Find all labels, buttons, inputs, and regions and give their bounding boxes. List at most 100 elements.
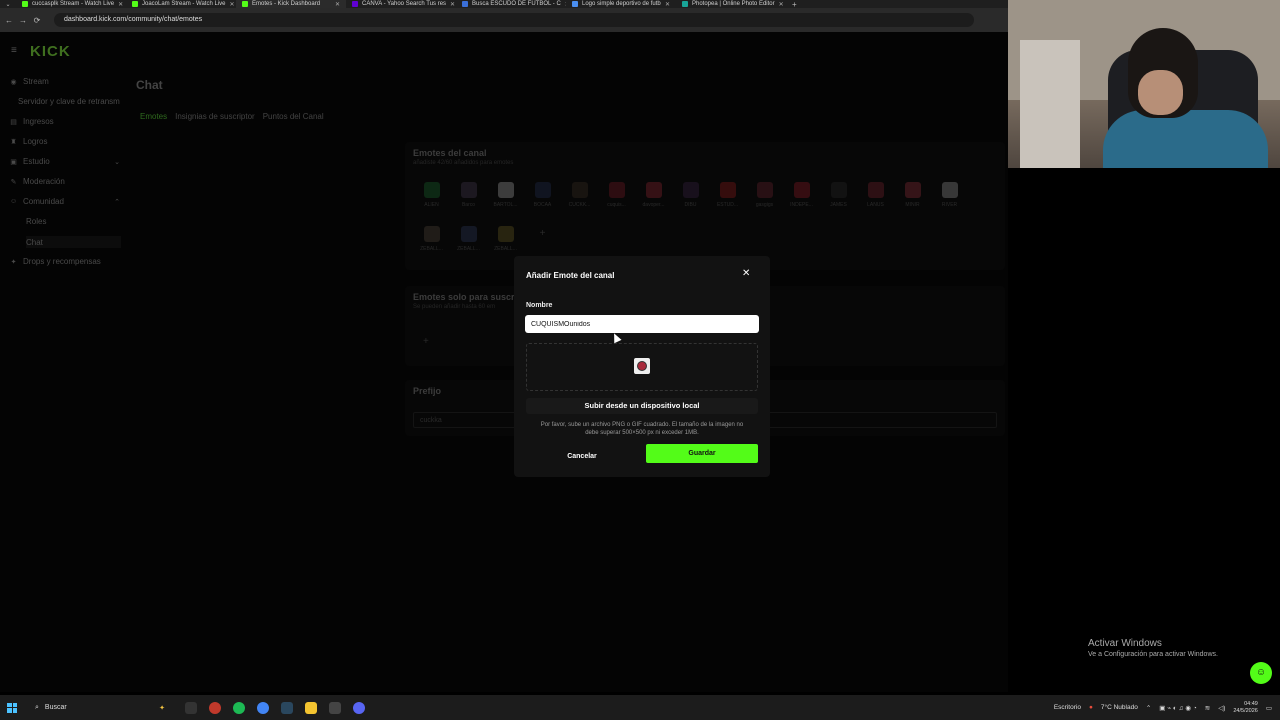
close-tab-icon[interactable]: ✕	[118, 1, 123, 8]
windows-start-icon[interactable]	[7, 702, 17, 713]
tab-emotes[interactable]: Emotes	[140, 112, 167, 121]
kick-logo[interactable]: KICK	[30, 43, 71, 60]
emote-image	[830, 182, 847, 198]
notification-icon[interactable]: ▭	[1266, 704, 1272, 712]
url-field[interactable]: dashboard.kick.com/community/chat/emotes	[54, 13, 974, 27]
sidebar-item-moderacion[interactable]: ✎ Moderación	[10, 177, 120, 186]
emote-item[interactable]: MINIR	[894, 182, 931, 226]
sidebar-item-ingresos[interactable]: ▤ Ingresos	[10, 117, 120, 126]
upload-local-button[interactable]: Subir desde un dispositivo local	[526, 398, 758, 414]
volume-icon[interactable]: ◁)	[1218, 704, 1225, 712]
emote-item[interactable]: JAMES	[820, 182, 857, 226]
emote-label: JAMES	[830, 202, 847, 208]
file-explorer-icon[interactable]	[305, 701, 317, 714]
task-view-icon[interactable]	[185, 701, 197, 714]
emote-item[interactable]: ESTUD...	[709, 182, 746, 226]
clock[interactable]: 04:49 24/5/2026	[1233, 701, 1257, 715]
kick-dashboard: ≡ KICK ◉ Stream Servidor y clave de retra…	[0, 32, 1008, 692]
emote-item[interactable]: ALIEN	[413, 182, 450, 226]
browser-tab[interactable]: Logo simple deportivo de futb ✕	[566, 0, 676, 8]
support-chat-icon[interactable]: ☺	[1250, 662, 1272, 684]
taskbar-search[interactable]: ⌕ Buscar ✦	[31, 700, 165, 716]
add-sub-emote-icon[interactable]: +	[423, 336, 429, 347]
browser-tab[interactable]: cuccasplk Stream - Watch Live ✕	[16, 0, 126, 8]
chevron-up-icon[interactable]: ⌃	[1146, 704, 1151, 712]
weather-text: 7°C Nublado	[1100, 704, 1138, 711]
channel-emotes-card: Emotes del canal añadiste 42/60 añadidos…	[405, 142, 1005, 270]
app-icon[interactable]	[353, 701, 365, 714]
emote-item[interactable]: LANUS	[857, 182, 894, 226]
prefix-title: Prefijo	[413, 386, 442, 396]
sidebar-item-chat[interactable]: Chat	[26, 236, 121, 248]
sidebar-item-roles[interactable]: Roles	[26, 217, 121, 226]
browser-tab-bar: ⌄ cuccasplk Stream - Watch Live ✕ JoacoLam …	[0, 0, 1008, 9]
emote-item[interactable]: BOCAA	[524, 182, 561, 226]
forward-icon[interactable]: →	[18, 16, 28, 25]
steam-icon[interactable]	[281, 701, 293, 714]
emote-item[interactable]: CUCKK...	[561, 182, 598, 226]
reload-icon[interactable]: ⟳	[32, 16, 42, 25]
image-dropzone[interactable]	[526, 343, 758, 391]
emote-label: ZEBALL...	[457, 246, 480, 252]
tab-favicon-icon	[352, 1, 358, 7]
emote-item[interactable]: RIVER	[931, 182, 968, 226]
emote-item[interactable]: davoper...	[635, 182, 672, 226]
browser-tab[interactable]: Busca ESCUDO DE FUTBOL - C✕	[456, 0, 566, 8]
emote-image	[571, 182, 588, 198]
browser-tab[interactable]: Photopea | Online Photo Editor ✕	[676, 0, 786, 8]
capcut-icon[interactable]	[329, 701, 341, 714]
emote-item[interactable]: ZEBALL...	[450, 226, 487, 270]
emote-image	[460, 226, 477, 242]
close-tab-icon[interactable]: ✕	[779, 1, 784, 8]
sidebar-item-comunidad[interactable]: ☺ Comunidad ⌃	[10, 197, 120, 206]
close-icon[interactable]: ✕	[742, 268, 750, 279]
weather-icon: ●	[1088, 704, 1093, 711]
trophy-icon: ♜	[10, 138, 17, 146]
tab-subscriber-badges[interactable]: Insignias de suscriptor	[175, 112, 255, 121]
menu-icon[interactable]: ≡	[11, 45, 17, 56]
cancel-button[interactable]: Cancelar	[550, 448, 614, 465]
sidebar-item-stream[interactable]: ◉ Stream	[10, 77, 120, 86]
browser-tab[interactable]: CANVA - Yahoo Search Tus res ✕	[346, 0, 456, 8]
browser-tab[interactable]: JoacoLam Stream - Watch Live ✕	[126, 0, 236, 8]
emote-item[interactable]: cuquis...	[598, 182, 635, 226]
save-button[interactable]: Guardar	[646, 444, 758, 463]
close-tab-icon[interactable]: ✕	[450, 1, 455, 8]
emote-item[interactable]: BARTOL...	[487, 182, 524, 226]
emote-item[interactable]: INDEPE...	[783, 182, 820, 226]
sidebar-item-drops[interactable]: ✦ Drops y recompensas	[10, 257, 120, 266]
emote-image	[645, 182, 662, 198]
chrome-icon[interactable]	[257, 701, 269, 714]
close-tab-icon[interactable]: ✕	[665, 1, 670, 8]
tab-list-icon[interactable]: ⌄	[0, 1, 16, 8]
obs-icon[interactable]	[209, 701, 221, 714]
sidebar-item-estudio[interactable]: ▣ Estudio ⌄	[10, 157, 120, 166]
emote-image	[793, 182, 810, 198]
windows-activation-watermark: Activar Windows Ve a Configuración para …	[1088, 638, 1218, 658]
emote-name-input[interactable]	[525, 315, 759, 333]
emote-item[interactable]: DIBU	[672, 182, 709, 226]
close-tab-icon[interactable]: ✕	[229, 1, 234, 8]
emote-label: INDEPE...	[790, 202, 813, 208]
tray-icons[interactable]: ▣ ⌁ ◐ ♫ ◉ ◔	[1159, 704, 1196, 712]
channel-emotes-title: Emotes del canal	[413, 148, 487, 158]
browser-tab[interactable]: Emotes - Kick Dashboard ✕	[236, 0, 346, 8]
back-icon[interactable]: ←	[4, 16, 14, 25]
emote-item[interactable]: ZEBALL...	[413, 226, 450, 270]
wifi-icon[interactable]: ≋	[1205, 704, 1210, 712]
emote-label: gasgigs	[755, 202, 774, 208]
close-tab-icon[interactable]: ✕	[335, 1, 340, 8]
emote-item[interactable]: Barco	[450, 182, 487, 226]
emote-image	[941, 182, 958, 198]
emote-item[interactable]: gasgigs	[746, 182, 783, 226]
tab-favicon-icon	[22, 1, 28, 7]
sidebar-item-server-key[interactable]: Servidor y clave de retransm	[18, 97, 128, 106]
tab-favicon-icon	[242, 1, 248, 7]
spotify-icon[interactable]	[233, 701, 245, 714]
emote-label: cuquis...	[607, 202, 626, 208]
emote-image	[756, 182, 773, 198]
tab-channel-points[interactable]: Puntos del Canal	[263, 112, 324, 121]
emote-image	[682, 182, 699, 198]
sidebar-item-logros[interactable]: ♜ Logros	[10, 137, 120, 146]
chevron-down-icon: ⌄	[114, 158, 120, 166]
